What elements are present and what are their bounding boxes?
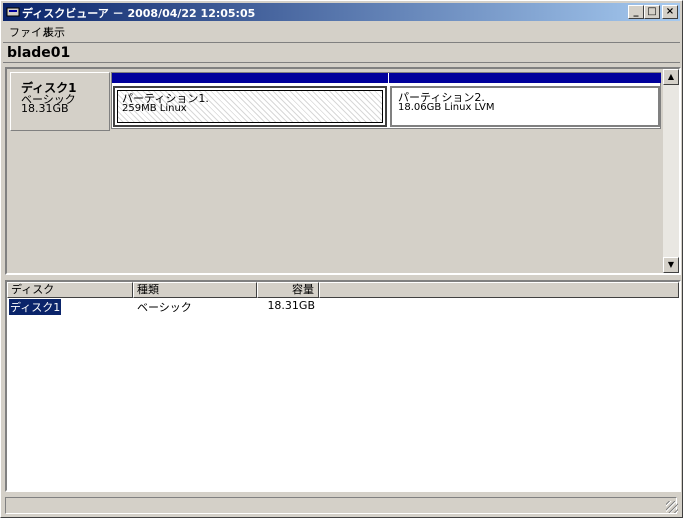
table-row[interactable]: ディスク1 ベーシック 18.31GB [7,298,679,316]
title-bar[interactable]: ディスクビューア － 2008/04/22 12:05:05 _ □ × [3,3,680,21]
status-bar [3,495,680,515]
list-header: ディスク 種類 容量 [7,282,679,298]
scroll-down-arrow-icon[interactable]: ▼ [663,257,679,273]
host-bar: blade01 [3,42,680,63]
status-field [5,497,677,514]
partition-1-inner: パーティション1. 259MB Linux [117,90,383,123]
partition-1-bar [112,73,388,83]
maximize-button[interactable]: □ [644,5,660,19]
partition-1-box: パーティション1. 259MB Linux [113,86,387,127]
row-type-cell: ベーシック [137,301,192,314]
disk-size: 18.31GB [21,102,69,115]
partition-2[interactable]: パーティション2. 18.06GB Linux LVM [389,73,661,128]
partition-1-desc: 259MB Linux [122,103,187,114]
column-header-empty [319,282,679,298]
resize-grip-icon[interactable] [666,501,678,513]
disk-viewer-window: ディスクビューア － 2008/04/22 12:05:05 _ □ × ファイ… [0,0,683,518]
column-header-size[interactable]: 容量 [257,282,319,298]
partition-strip: パーティション1. 259MB Linux パーティション2. 18.06GB … [111,72,661,129]
column-header-disk[interactable]: ディスク [7,282,133,298]
scroll-up-arrow-icon[interactable]: ▲ [663,69,679,85]
menu-view[interactable]: 表示 [43,24,65,40]
partition-1[interactable]: パーティション1. 259MB Linux [112,73,388,128]
host-name: blade01 [7,45,71,61]
minimize-button[interactable]: _ [628,5,644,19]
partition-2-bar [389,73,661,83]
disk-list: ディスク 種類 容量 ディスク1 ベーシック 18.31GB [5,280,681,492]
row-disk-cell[interactable]: ディスク1 [7,298,63,316]
partition-2-inner: パーティション2. 18.06GB Linux LVM [394,90,656,123]
partition-2-desc: 18.06GB Linux LVM [398,102,495,113]
close-button[interactable]: × [662,5,678,19]
row-size-cell: 18.31GB [267,299,315,312]
app-icon [6,7,20,17]
partition-2-box: パーティション2. 18.06GB Linux LVM [390,86,660,127]
window-title: ディスクビューア － 2008/04/22 12:05:05 [22,7,256,20]
column-header-type[interactable]: 種類 [133,282,257,298]
vertical-scrollbar[interactable]: ▲ ▼ [663,69,679,273]
menu-bar: ファイル 表示 [3,22,680,40]
disk-info-box[interactable]: ディスク1 ベーシック 18.31GB [10,72,110,131]
disk-graphic-pane: ディスク1 ベーシック 18.31GB パーティション1. 259MB Linu… [5,67,681,275]
